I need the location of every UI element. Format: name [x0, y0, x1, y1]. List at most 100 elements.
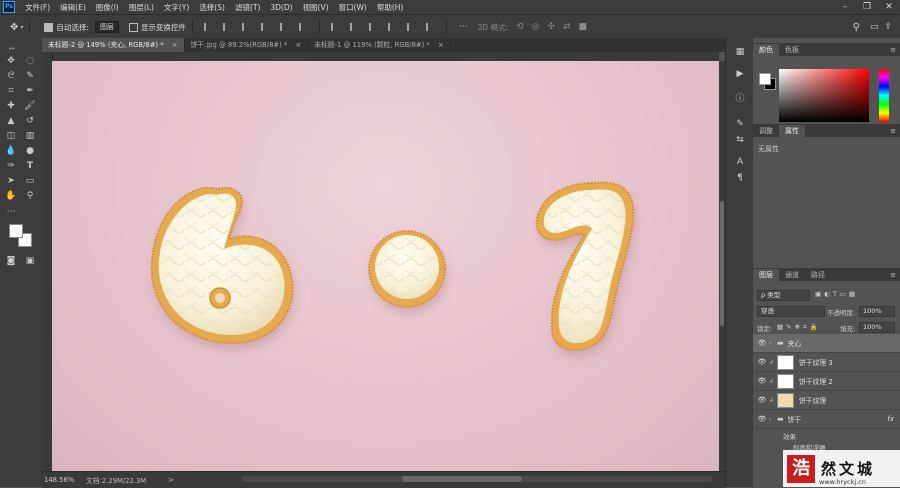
crop-tool-icon[interactable]: ⌗: [3, 84, 19, 98]
layer-row-group[interactable]: 👁 › ▬ 饼干 fx: [753, 410, 900, 429]
align-left-icon[interactable]: [203, 23, 213, 31]
history-brush-icon[interactable]: ↺: [22, 114, 38, 128]
expand-arrow-icon[interactable]: ›: [769, 340, 777, 347]
foreground-color-chip[interactable]: [759, 73, 771, 85]
3d-scale-icon[interactable]: ■: [579, 22, 588, 32]
horizontal-scrollbar[interactable]: [242, 476, 712, 482]
distribute-right-icon[interactable]: [425, 23, 435, 31]
visibility-eye-icon[interactable]: 👁: [755, 377, 769, 385]
distribute-center-icon[interactable]: [406, 23, 416, 31]
show-transform-checkbox[interactable]: [128, 22, 138, 32]
menu-filter[interactable]: 滤镜(T): [235, 2, 260, 13]
panel-menu-icon[interactable]: ≡: [890, 269, 896, 281]
tab-document-2[interactable]: 饼干.jpg @ 89.2%(RGB/8#) * ×: [185, 38, 309, 52]
close-icon[interactable]: ✕: [878, 0, 900, 14]
3d-slide-icon[interactable]: ⇄: [563, 22, 571, 32]
brush-tool-icon[interactable]: 🖌: [22, 99, 38, 113]
share-icon[interactable]: ⇪: [884, 22, 892, 32]
3d-roll-icon[interactable]: ◎: [532, 22, 540, 32]
marquee-tool-icon[interactable]: ◌: [22, 54, 38, 68]
expand-arrow-icon[interactable]: ›: [769, 416, 777, 423]
menu-type[interactable]: 文字(Y): [164, 2, 189, 13]
close-icon[interactable]: ×: [172, 41, 178, 49]
quick-select-tool-icon[interactable]: ✎: [22, 69, 38, 83]
menu-image[interactable]: 图像(I): [96, 2, 119, 13]
3d-pan-icon[interactable]: ✣: [547, 22, 555, 32]
info-icon[interactable]: ⓘ: [734, 93, 746, 105]
visibility-eye-icon[interactable]: 👁: [755, 415, 769, 423]
move-tool-icon[interactable]: ✥: [10, 22, 18, 33]
visibility-eye-icon[interactable]: 👁: [755, 396, 769, 404]
layer-row[interactable]: 👁 ↲ 饼干纹理: [753, 391, 900, 410]
align-middle-icon[interactable]: [279, 23, 289, 31]
character-icon[interactable]: A: [734, 156, 746, 168]
distribute-top-icon[interactable]: [330, 23, 340, 31]
3d-rotate-icon[interactable]: ⟲: [516, 22, 524, 32]
menu-help[interactable]: 帮助(H): [377, 2, 404, 13]
layer-row[interactable]: 👁 ↲ 饼干纹理 2: [753, 372, 900, 391]
close-icon[interactable]: ×: [295, 41, 301, 49]
quick-mask-icon[interactable]: ◙: [3, 254, 19, 268]
menu-file[interactable]: 文件(F): [25, 2, 50, 13]
visibility-eye-icon[interactable]: 👁: [755, 339, 769, 347]
dropdown-icon[interactable]: ▾: [20, 24, 23, 31]
hand-tool-icon[interactable]: ✋: [3, 189, 19, 203]
paragraph-icon[interactable]: ¶: [734, 172, 746, 184]
scroll-thumb[interactable]: [402, 476, 522, 482]
eyedropper-tool-icon[interactable]: ✒: [22, 84, 38, 98]
zoom-tool-icon[interactable]: ⚲: [22, 189, 38, 203]
scroll-thumb[interactable]: [720, 201, 724, 326]
layer-filter-dropdown[interactable]: ρ 类型: [757, 290, 810, 301]
actions-play-icon[interactable]: ▶: [734, 68, 746, 80]
search-icon[interactable]: ⚲: [853, 22, 860, 33]
adjust-icon[interactable]: ⇆: [734, 134, 746, 146]
distribute-left-icon[interactable]: [387, 23, 397, 31]
align-top-icon[interactable]: [260, 23, 270, 31]
tab-document-3[interactable]: 未标题-1 @ 119% (颗粒, RGB/8#) * ×: [308, 38, 451, 52]
tab-adjustments[interactable]: 调整: [753, 125, 779, 137]
healing-tool-icon[interactable]: ✚: [3, 99, 19, 113]
stamp-tool-icon[interactable]: ▲: [3, 114, 19, 128]
fill-input[interactable]: 100%: [859, 322, 895, 333]
menu-edit[interactable]: 编辑(E): [60, 2, 86, 13]
history-icon[interactable]: ▦: [734, 46, 746, 58]
lock-icons[interactable]: ▦✎✥⌗🔒: [777, 323, 821, 332]
distribute-middle-icon[interactable]: [349, 23, 359, 31]
shape-tool-icon[interactable]: ▭: [22, 174, 38, 188]
close-icon[interactable]: ×: [438, 41, 444, 49]
restore-icon[interactable]: ❐: [856, 0, 878, 14]
menu-layer[interactable]: 图层(L): [129, 2, 154, 13]
tab-paths[interactable]: 路径: [805, 269, 831, 281]
brush-settings-icon[interactable]: ✎: [734, 118, 746, 130]
foreground-color-swatch[interactable]: [9, 224, 23, 238]
more-tools-icon[interactable]: ···: [3, 205, 19, 219]
screen-mode-icon[interactable]: ▣: [22, 254, 38, 268]
photoshop-logo[interactable]: Ps: [3, 1, 15, 13]
layer-filter-icons[interactable]: ▣◐T▭▦: [815, 290, 858, 298]
opacity-input[interactable]: 100%: [859, 306, 895, 317]
blend-mode-dropdown[interactable]: 穿透: [757, 306, 825, 317]
hue-slider[interactable]: [879, 69, 889, 122]
dodge-tool-icon[interactable]: ●: [22, 144, 38, 158]
more-options-icon[interactable]: ···: [459, 22, 468, 32]
move-tool-icon[interactable]: ✥: [3, 54, 19, 68]
auto-select-checkbox[interactable]: [44, 22, 54, 32]
eraser-tool-icon[interactable]: ◫: [3, 129, 19, 143]
pen-tool-icon[interactable]: ✑: [3, 159, 19, 173]
menu-3d[interactable]: 3D(D): [270, 3, 292, 12]
color-field[interactable]: [779, 69, 869, 122]
tab-channels[interactable]: 通道: [779, 269, 805, 281]
menu-window[interactable]: 窗口(W): [339, 2, 367, 13]
blur-tool-icon[interactable]: 💧: [3, 144, 19, 158]
layer-row-group[interactable]: 👁 › ▬ 夹心: [753, 334, 900, 353]
gradient-tool-icon[interactable]: ▥: [22, 129, 38, 143]
status-menu-arrow[interactable]: >: [168, 476, 174, 484]
distribute-bottom-icon[interactable]: [368, 23, 378, 31]
tab-document-1[interactable]: 未标题-2 @ 149% (夹心, RGB/8#) * ×: [42, 38, 185, 52]
type-tool-icon[interactable]: T: [22, 159, 38, 173]
minimize-icon[interactable]: –: [834, 0, 856, 14]
visibility-eye-icon[interactable]: 👁: [755, 358, 769, 366]
fx-badge[interactable]: fx: [887, 415, 894, 423]
layer-row[interactable]: 👁 ↲ 饼干纹理 3: [753, 353, 900, 372]
align-center-icon[interactable]: [222, 23, 232, 31]
